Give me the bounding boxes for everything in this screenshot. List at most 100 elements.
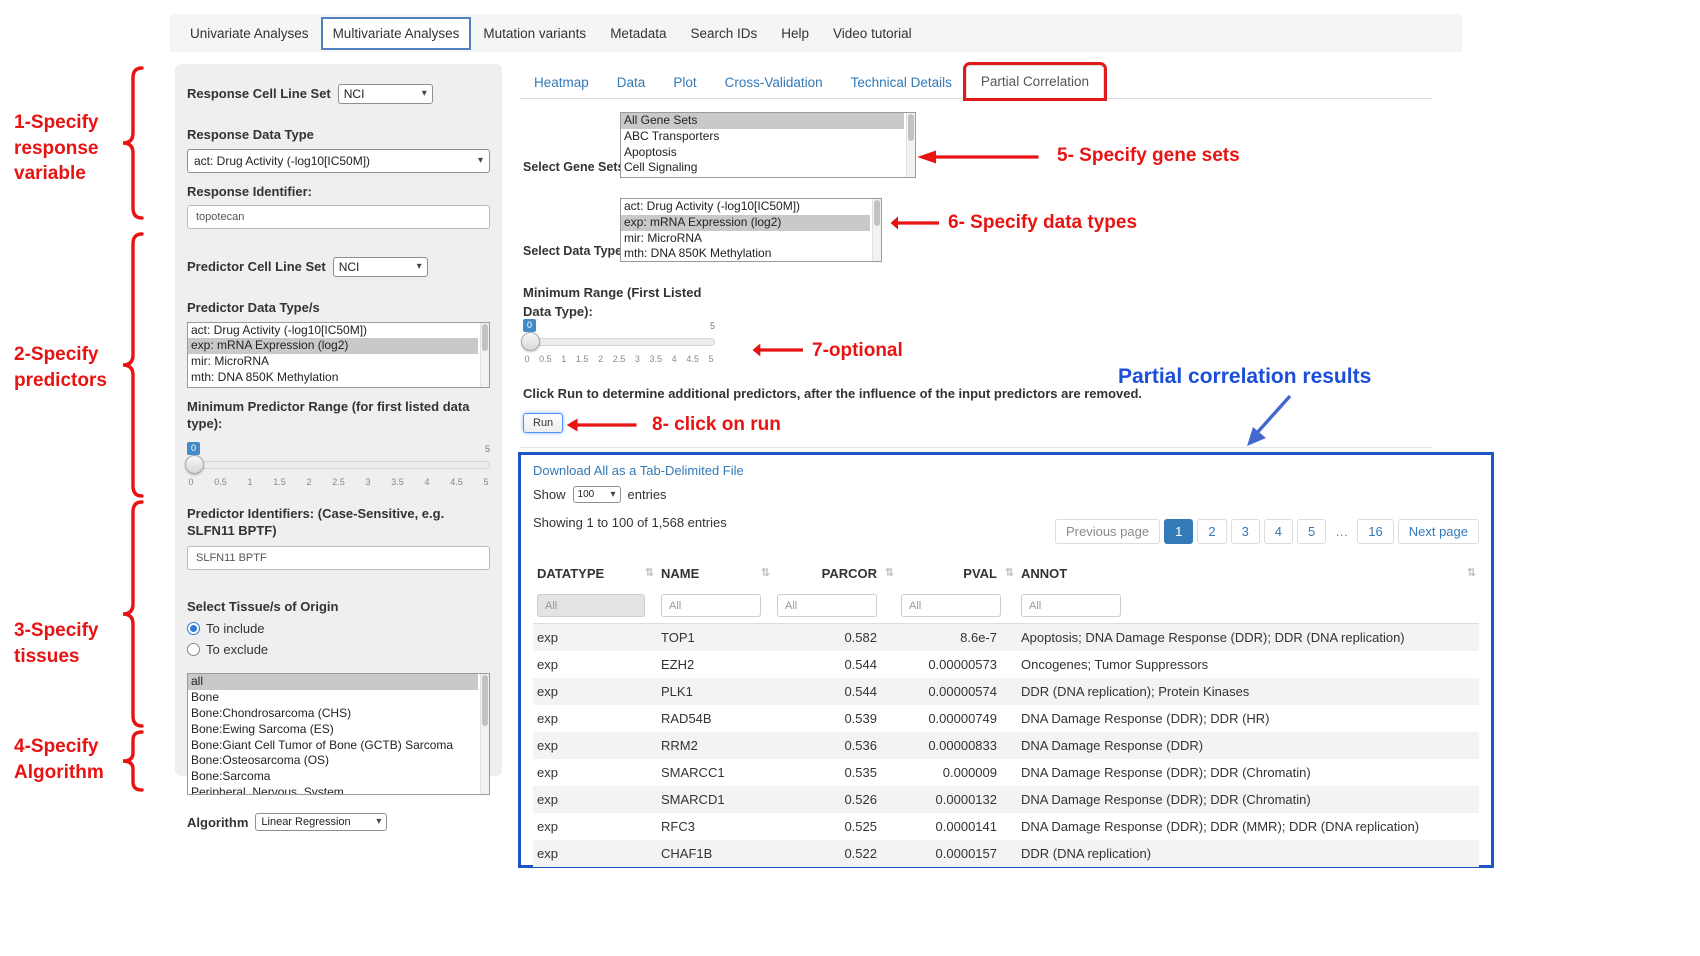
table-row[interactable]: expCHAF1B0.5220.0000157DDR (DNA replicat… — [533, 840, 1479, 867]
sort-icon[interactable]: ⇅ — [761, 566, 770, 579]
tissue-option-bone[interactable]: Bone — [188, 690, 478, 706]
tissue-option-bone-ewing-sarcoma-es[interactable]: Bone:Ewing Sarcoma (ES) — [188, 722, 478, 738]
radio-unselected-icon[interactable] — [187, 643, 200, 656]
nav-item-univariate-analyses[interactable]: Univariate Analyses — [178, 17, 321, 50]
predictor-data-type-option-mir-microrna[interactable]: mir: MicroRNA — [188, 354, 478, 370]
scrollbar-thumb[interactable] — [908, 114, 914, 141]
sort-icon[interactable]: ⇅ — [1005, 566, 1014, 579]
table-row[interactable]: expRRM20.5360.00000833DNA Damage Respons… — [533, 732, 1479, 759]
table-row[interactable]: expSMARCC10.5350.000009DNA Damage Respon… — [533, 759, 1479, 786]
column-header-name[interactable]: NAME⇅ — [657, 558, 773, 588]
data-type-option-mth-dna-850k-methylation[interactable]: mth: DNA 850K Methylation — [621, 246, 870, 262]
scrollbar-thumb[interactable] — [482, 324, 488, 351]
data-type-option-exp-mrna-expression-log2[interactable]: exp: mRNA Expression (log2) — [621, 215, 870, 231]
page-button-2[interactable]: 2 — [1197, 519, 1226, 544]
gene-set-option-cell-signaling[interactable]: Cell Signaling — [621, 160, 904, 176]
tab-cross-validation[interactable]: Cross-Validation — [711, 67, 837, 98]
response-data-type-select[interactable]: act: Drug Activity (-log10[IC50M]) ▾ — [187, 149, 490, 173]
gene-set-option-abc-transporters[interactable]: ABC Transporters — [621, 129, 904, 145]
column-header-pval[interactable]: PVAL⇅ — [897, 558, 1017, 588]
page-button-16[interactable]: 16 — [1357, 519, 1393, 544]
scrollbar-thumb[interactable] — [874, 200, 880, 226]
tab-technical-details[interactable]: Technical Details — [837, 67, 966, 98]
min-range-slider[interactable]: 5 0 00.511.522.533.544.55 — [523, 326, 715, 372]
previous-page-button[interactable]: Previous page — [1055, 519, 1160, 544]
column-header-datatype[interactable]: DATATYPE⇅ — [533, 558, 657, 588]
tissue-option-bone-sarcoma[interactable]: Bone:Sarcoma — [188, 769, 478, 785]
scrollbar-thumb[interactable] — [482, 675, 488, 725]
nav-item-mutation-variants[interactable]: Mutation variants — [471, 17, 598, 50]
predictor-data-type-option-exp-mrna-expression-log2[interactable]: exp: mRNA Expression (log2) — [188, 338, 478, 354]
predictor-cell-line-set-select[interactable]: NCI ▾ — [333, 257, 428, 277]
data-types-listbox[interactable]: act: Drug Activity (-log10[IC50M])exp: m… — [620, 198, 882, 262]
nav-item-video-tutorial[interactable]: Video tutorial — [821, 17, 924, 50]
tissue-option-bone-osteosarcoma-os[interactable]: Bone:Osteosarcoma (OS) — [188, 753, 478, 769]
predictor-data-type-option-act-drug-activity-log10-ic50m[interactable]: act: Drug Activity (-log10[IC50M]) — [188, 323, 478, 339]
gene-set-option-all-gene-sets[interactable]: All Gene Sets — [621, 113, 904, 129]
response-identifier-input[interactable] — [187, 205, 490, 229]
tissue-exclude-radio[interactable]: To exclude — [187, 642, 490, 657]
cell-pval: 0.0000141 — [897, 813, 1017, 840]
column-header-annot[interactable]: ANNOT⇅ — [1017, 558, 1479, 588]
table-row[interactable]: expRFC30.5250.0000141DNA Damage Response… — [533, 813, 1479, 840]
data-type-option-mir-microrna[interactable]: mir: MicroRNA — [621, 231, 870, 247]
scrollbar[interactable] — [906, 113, 915, 177]
entries-label: entries — [628, 487, 667, 502]
gene-set-option-apoptosis[interactable]: Apoptosis — [621, 145, 904, 161]
table-row[interactable]: expTOP10.5828.6e-7Apoptosis; DNA Damage … — [533, 624, 1479, 652]
predictor-identifiers-input[interactable] — [187, 546, 490, 570]
slider-track[interactable] — [523, 338, 715, 346]
page-button-1[interactable]: 1 — [1164, 519, 1193, 544]
sort-icon[interactable]: ⇅ — [1467, 566, 1476, 579]
scrollbar[interactable] — [872, 199, 881, 261]
slider-handle[interactable] — [185, 455, 204, 474]
cell-parcor: 0.525 — [773, 813, 897, 840]
tissue-option-all[interactable]: all — [188, 674, 478, 690]
tab-data[interactable]: Data — [603, 67, 660, 98]
slider-handle[interactable] — [521, 332, 540, 351]
nav-item-search-ids[interactable]: Search IDs — [678, 17, 769, 50]
table-row[interactable]: expEZH20.5440.00000573Oncogenes; Tumor S… — [533, 651, 1479, 678]
min-predictor-range-slider[interactable]: 5 0 00.511.522.533.544.55 — [187, 449, 490, 495]
page-button-4[interactable]: 4 — [1264, 519, 1293, 544]
page-button-3[interactable]: 3 — [1231, 519, 1260, 544]
filter-input-annot[interactable] — [1021, 594, 1121, 617]
column-header-parcor[interactable]: PARCOR⇅ — [773, 558, 897, 588]
tab-heatmap[interactable]: Heatmap — [520, 67, 603, 98]
nav-item-multivariate-analyses[interactable]: Multivariate Analyses — [321, 17, 472, 50]
filter-input-pval[interactable] — [901, 594, 1001, 617]
entries-select[interactable]: 100 ▾ — [573, 486, 621, 503]
algorithm-select[interactable]: Linear Regression ▾ — [255, 813, 387, 831]
data-type-option-act-drug-activity-log10-ic50m[interactable]: act: Drug Activity (-log10[IC50M]) — [621, 199, 870, 215]
page-button-5[interactable]: 5 — [1297, 519, 1326, 544]
tissue-include-radio[interactable]: To include — [187, 621, 490, 636]
response-cell-line-set-select[interactable]: NCI ▾ — [338, 84, 433, 104]
sort-icon[interactable]: ⇅ — [645, 566, 654, 579]
table-row[interactable]: expPLK10.5440.00000574DDR (DNA replicati… — [533, 678, 1479, 705]
next-page-button[interactable]: Next page — [1398, 519, 1479, 544]
gene-sets-listbox[interactable]: All Gene SetsABC TransportersApoptosisCe… — [620, 112, 916, 178]
predictor-data-types-listbox[interactable]: act: Drug Activity (-log10[IC50M])exp: m… — [187, 322, 490, 388]
tissue-option-bone-giant-cell-tumor-of-bone-gctb-sarcoma[interactable]: Bone:Giant Cell Tumor of Bone (GCTB) Sar… — [188, 738, 478, 754]
filter-input-parcor[interactable] — [777, 594, 877, 617]
tissues-listbox[interactable]: allBoneBone:Chondrosarcoma (CHS)Bone:Ewi… — [187, 673, 490, 795]
scrollbar[interactable] — [480, 323, 489, 387]
radio-selected-icon[interactable] — [187, 622, 200, 635]
filter-input-name[interactable] — [661, 594, 761, 617]
filter-input-datatype[interactable] — [537, 594, 645, 617]
sort-icon[interactable]: ⇅ — [885, 566, 894, 579]
tissue-option-bone-chondrosarcoma-chs[interactable]: Bone:Chondrosarcoma (CHS) — [188, 706, 478, 722]
table-row[interactable]: expRAD54B0.5390.00000749DNA Damage Respo… — [533, 705, 1479, 732]
tissue-option-peripheral-nervous-system[interactable]: Peripheral_Nervous_System — [188, 785, 478, 795]
table-row[interactable]: expSMARCD10.5260.0000132DNA Damage Respo… — [533, 786, 1479, 813]
scrollbar[interactable] — [480, 674, 489, 794]
predictor-data-type-option-mth-dna-850k-methylation[interactable]: mth: DNA 850K Methylation — [188, 370, 478, 386]
run-button[interactable]: Run — [523, 413, 563, 433]
nav-item-metadata[interactable]: Metadata — [598, 17, 678, 50]
download-link[interactable]: Download All as a Tab-Delimited File — [533, 463, 744, 478]
nav-item-help[interactable]: Help — [769, 17, 821, 50]
tab-plot[interactable]: Plot — [659, 67, 710, 98]
slider-track[interactable] — [187, 461, 490, 469]
tab-partial-correlation[interactable]: Partial Correlation — [966, 65, 1104, 98]
top-nav: Univariate AnalysesMultivariate Analyses… — [170, 14, 1462, 52]
